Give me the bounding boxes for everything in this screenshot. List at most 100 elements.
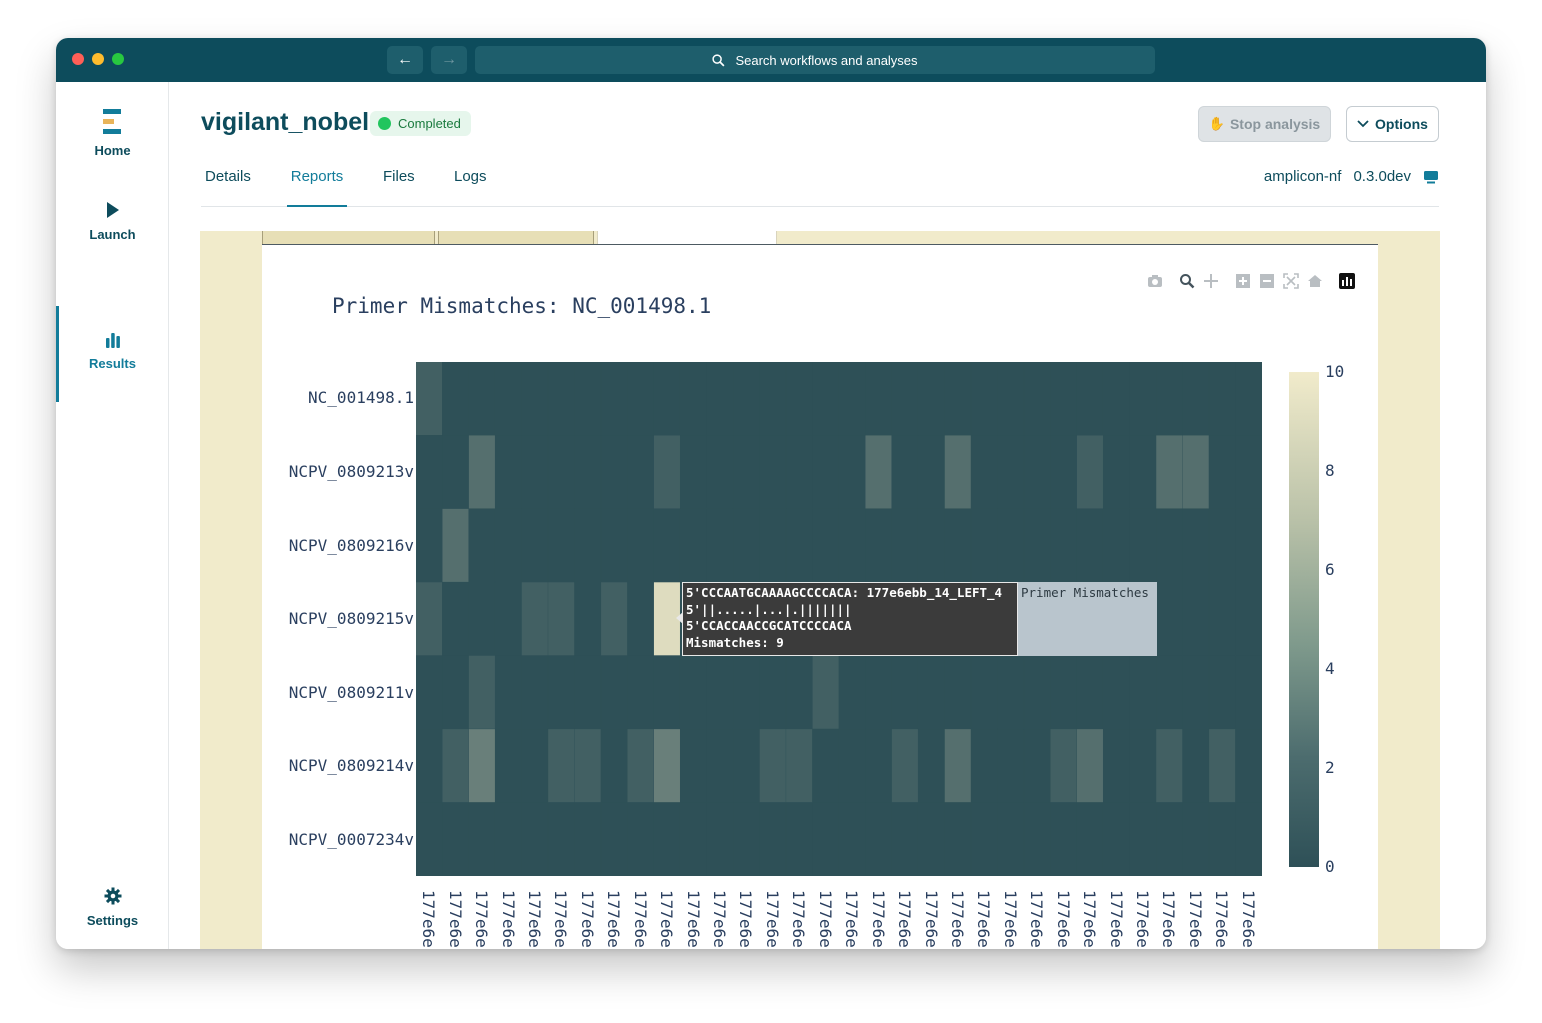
heatmap-cell[interactable] <box>1235 435 1262 509</box>
heatmap-cell[interactable] <box>495 729 522 803</box>
tab-details[interactable]: Details <box>205 168 251 207</box>
heatmap-cell[interactable] <box>442 729 469 803</box>
forward-button[interactable]: → <box>431 46 467 74</box>
heatmap-cell[interactable] <box>786 508 813 582</box>
heatmap-cell[interactable] <box>495 508 522 582</box>
heatmap-cell[interactable] <box>680 802 707 876</box>
heatmap-cell[interactable] <box>521 729 548 803</box>
heatmap-cell[interactable] <box>601 508 628 582</box>
heatmap-cell[interactable] <box>601 729 628 803</box>
heatmap-cell[interactable] <box>1156 582 1183 656</box>
heatmap-cell[interactable] <box>468 508 495 582</box>
heatmap-cell[interactable] <box>416 729 443 803</box>
heatmap-cell[interactable] <box>601 802 628 876</box>
heatmap-cell[interactable] <box>839 508 866 582</box>
zoom-icon[interactable] <box>1175 271 1199 291</box>
heatmap-cell[interactable] <box>812 508 839 582</box>
heatmap-cell[interactable] <box>786 362 813 436</box>
heatmap-cell[interactable] <box>416 362 443 436</box>
heatmap-cell[interactable] <box>468 582 495 656</box>
heatmap-cell[interactable] <box>1156 508 1183 582</box>
heatmap-cell[interactable] <box>1235 582 1262 656</box>
heatmap-cell[interactable] <box>653 802 680 876</box>
monitor-icon[interactable] <box>1423 170 1439 184</box>
heatmap-cell[interactable] <box>442 435 469 509</box>
heatmap-cell[interactable] <box>997 508 1024 582</box>
options-button[interactable]: Options <box>1346 106 1439 142</box>
heatmap-cell[interactable] <box>1050 435 1077 509</box>
heatmap-cell[interactable] <box>1103 508 1130 582</box>
heatmap-cell[interactable] <box>468 435 495 509</box>
heatmap-cell[interactable] <box>997 729 1024 803</box>
heatmap-cell[interactable] <box>1209 582 1236 656</box>
close-window-button[interactable] <box>72 53 84 65</box>
heatmap-cell[interactable] <box>786 729 813 803</box>
heatmap-cell[interactable] <box>997 362 1024 436</box>
heatmap-cell[interactable] <box>839 435 866 509</box>
heatmap-cell[interactable] <box>416 802 443 876</box>
zoom-out-icon[interactable] <box>1255 271 1279 291</box>
heatmap-cell[interactable] <box>521 802 548 876</box>
heatmap-cell[interactable] <box>1129 729 1156 803</box>
heatmap-cell[interactable] <box>865 729 892 803</box>
heatmap-cell[interactable] <box>944 435 971 509</box>
heatmap-cell[interactable] <box>891 508 918 582</box>
heatmap-cell[interactable] <box>706 729 733 803</box>
heatmap-cell[interactable] <box>680 655 707 729</box>
heatmap-cell[interactable] <box>521 508 548 582</box>
heatmap-cell[interactable] <box>574 655 601 729</box>
report-tab[interactable] <box>262 231 435 245</box>
heatmap-cell[interactable] <box>891 435 918 509</box>
minimize-window-button[interactable] <box>92 53 104 65</box>
heatmap-cell[interactable] <box>733 802 760 876</box>
heatmap-cell[interactable] <box>706 655 733 729</box>
heatmap-cell[interactable] <box>1209 655 1236 729</box>
heatmap-cell[interactable] <box>521 362 548 436</box>
heatmap-cell[interactable] <box>416 508 443 582</box>
heatmap-cell[interactable] <box>627 508 654 582</box>
heatmap-cell[interactable] <box>1182 655 1209 729</box>
heatmap-cell[interactable] <box>733 435 760 509</box>
heatmap-cell[interactable] <box>442 508 469 582</box>
heatmap-cell[interactable] <box>971 655 998 729</box>
heatmap-cell[interactable] <box>1050 362 1077 436</box>
heatmap-cell[interactable] <box>865 362 892 436</box>
heatmap-cell[interactable] <box>1182 582 1209 656</box>
sidebar-item-launch[interactable]: Launch <box>56 176 169 266</box>
heatmap-cell[interactable] <box>1076 508 1103 582</box>
heatmap-cell[interactable] <box>521 435 548 509</box>
heatmap-cell[interactable] <box>706 508 733 582</box>
heatmap-cell[interactable] <box>733 362 760 436</box>
heatmap-cell[interactable] <box>839 729 866 803</box>
report-tab-active[interactable] <box>597 231 777 245</box>
heatmap-cell[interactable] <box>1235 729 1262 803</box>
heatmap-cell[interactable] <box>812 655 839 729</box>
pipeline-name[interactable]: amplicon-nf <box>1264 168 1342 185</box>
sidebar-item-home[interactable]: Home <box>56 88 169 178</box>
back-button[interactable]: ← <box>387 46 423 74</box>
heatmap-cell[interactable] <box>786 435 813 509</box>
camera-icon[interactable] <box>1143 271 1167 291</box>
heatmap-cell[interactable] <box>548 362 575 436</box>
heatmap-cell[interactable] <box>548 435 575 509</box>
heatmap-cell[interactable] <box>1209 435 1236 509</box>
heatmap-cell[interactable] <box>1076 655 1103 729</box>
heatmap-cell[interactable] <box>839 655 866 729</box>
tab-reports[interactable]: Reports <box>287 168 347 207</box>
heatmap-cell[interactable] <box>891 655 918 729</box>
heatmap-cell[interactable] <box>653 362 680 436</box>
heatmap-cell[interactable] <box>627 655 654 729</box>
heatmap-cell[interactable] <box>1129 435 1156 509</box>
autoscale-icon[interactable] <box>1279 271 1303 291</box>
heatmap-cell[interactable] <box>944 729 971 803</box>
heatmap-cell[interactable] <box>1103 655 1130 729</box>
heatmap-cell[interactable] <box>442 582 469 656</box>
zoom-in-icon[interactable] <box>1231 271 1255 291</box>
heatmap-cell[interactable] <box>1103 729 1130 803</box>
heatmap-cell[interactable] <box>442 655 469 729</box>
heatmap-cell[interactable] <box>548 655 575 729</box>
heatmap-cell[interactable] <box>865 802 892 876</box>
heatmap-cell[interactable] <box>574 362 601 436</box>
heatmap-cell[interactable] <box>627 435 654 509</box>
heatmap-cell[interactable] <box>1129 802 1156 876</box>
